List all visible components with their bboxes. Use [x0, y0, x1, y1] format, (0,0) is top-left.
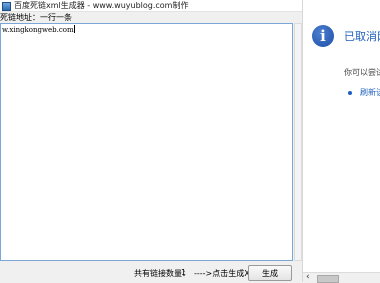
textarea-scrollbar[interactable]	[294, 23, 302, 261]
window-title: 百度死链xml生成器 - www.wuyublog.com制作	[14, 1, 189, 10]
scroll-left-icon[interactable]: ‹	[306, 272, 310, 282]
refresh-link[interactable]: 刷新该	[360, 87, 380, 98]
generate-button[interactable]: 生成	[248, 265, 292, 281]
title-bar: 百度死链xml生成器 - www.wuyublog.com制作	[0, 0, 302, 12]
dead-link-textarea[interactable]: w.xingkongweb.com	[0, 23, 293, 261]
link-count-value: 1	[181, 268, 187, 277]
panel-title: 已取消网	[344, 30, 380, 43]
text-caret	[73, 25, 75, 33]
bullet-icon	[348, 91, 352, 95]
info-icon: i	[312, 25, 334, 47]
panel-horizontal-scrollbar[interactable]: ‹	[303, 272, 380, 283]
textarea-content: w.xingkongweb.com	[2, 26, 74, 34]
bottom-bar: 共有链接数量： 1 ---->点击生成XML 生成	[0, 262, 302, 282]
app-icon	[2, 2, 11, 11]
error-panel: i 已取消网 你可以尝试 刷新该	[302, 0, 380, 282]
panel-description: 你可以尝试	[344, 68, 380, 77]
